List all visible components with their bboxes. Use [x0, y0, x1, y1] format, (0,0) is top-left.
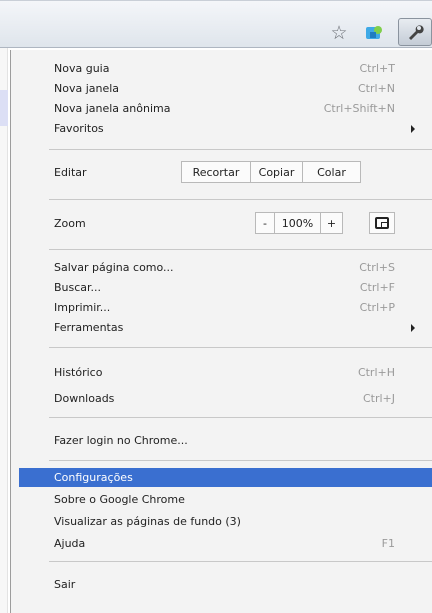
zoom-in-button[interactable]: + [321, 212, 343, 234]
menu-item-tools[interactable]: Ferramentas [11, 318, 432, 337]
menu-separator [49, 460, 432, 461]
menu-item-label: Ferramentas [54, 321, 124, 334]
menu-item-background-pages[interactable]: Visualizar as páginas de fundo (3) [11, 512, 432, 531]
menu-item-settings[interactable]: Configurações [19, 468, 432, 487]
menu-item-label: Buscar... [54, 281, 102, 294]
menu-item-exit[interactable]: Sair [11, 575, 432, 594]
menu-separator [49, 417, 432, 418]
menu-item-shortcut: Ctrl+P [359, 301, 395, 314]
menu-item-print[interactable]: Imprimir... Ctrl+P [11, 298, 432, 317]
wrench-icon[interactable] [398, 18, 432, 46]
menu-item-shortcut: F1 [381, 537, 395, 550]
extension-icon[interactable] [361, 21, 387, 45]
menu-item-downloads[interactable]: Downloads Ctrl+J [11, 389, 432, 408]
menu-item-label: Nova janela [54, 82, 120, 95]
menu-item-label: Downloads [54, 392, 115, 405]
bookmark-star-icon[interactable]: ☆ [326, 21, 352, 45]
cut-button[interactable]: Recortar [181, 161, 251, 183]
menu-item-label: Salvar página como... [54, 261, 174, 274]
menu-item-label: Nova janela anônima [54, 102, 171, 115]
fullscreen-button[interactable] [369, 212, 395, 234]
menu-item-shortcut: Ctrl+H [357, 366, 395, 379]
menu-separator [49, 347, 432, 348]
menu-item-label: Sobre o Google Chrome [54, 493, 185, 506]
menu-separator [49, 149, 432, 150]
menu-item-find[interactable]: Buscar... Ctrl+F [11, 278, 432, 297]
menu-item-label: Configurações [54, 471, 133, 484]
menu-item-new-window[interactable]: Nova janela Ctrl+N [11, 79, 432, 98]
menu-separator [49, 561, 432, 562]
menu-item-shortcut: Ctrl+F [359, 281, 395, 294]
menu-item-help[interactable]: Ajuda F1 [11, 534, 432, 553]
menu-item-label: Histórico [54, 366, 103, 379]
menu-item-label: Visualizar as páginas de fundo (3) [54, 515, 241, 528]
menu-item-shortcut: Ctrl+Shift+N [323, 102, 395, 115]
menu-item-label: Favoritos [54, 122, 104, 135]
menu-item-label: Ajuda [54, 537, 86, 550]
menu-item-shortcut: Ctrl+S [359, 261, 395, 274]
browser-toolbar: ☆ [0, 0, 432, 48]
page-content-edge [0, 48, 8, 613]
paste-button[interactable]: Colar [303, 161, 361, 183]
edit-label: Editar [54, 165, 87, 179]
zoom-level: 100% [275, 212, 321, 234]
zoom-label: Zoom [54, 216, 86, 230]
zoom-out-button[interactable]: - [255, 212, 275, 234]
menu-item-label: Nova guia [54, 62, 110, 75]
menu-item-sign-in[interactable]: Fazer login no Chrome... [11, 431, 432, 450]
chrome-wrench-menu: Nova guia Ctrl+T Nova janela Ctrl+N Nova… [10, 50, 432, 613]
menu-item-shortcut: Ctrl+J [362, 392, 395, 405]
menu-item-new-tab[interactable]: Nova guia Ctrl+T [11, 59, 432, 78]
submenu-arrow-icon [411, 125, 415, 133]
menu-item-label: Fazer login no Chrome... [54, 434, 188, 447]
menu-separator [49, 199, 432, 200]
menu-item-shortcut: Ctrl+T [359, 62, 395, 75]
menu-item-history[interactable]: Histórico Ctrl+H [11, 363, 432, 382]
zoom-controls: - 100% + [255, 212, 343, 234]
copy-button[interactable]: Copiar [251, 161, 303, 183]
menu-separator [49, 249, 432, 250]
edit-buttons: Recortar Copiar Colar [181, 161, 361, 183]
menu-item-shortcut: Ctrl+N [357, 82, 395, 95]
menu-item-new-incognito-window[interactable]: Nova janela anônima Ctrl+Shift+N [11, 99, 432, 118]
menu-item-about-chrome[interactable]: Sobre o Google Chrome [11, 490, 432, 509]
menu-item-bookmarks[interactable]: Favoritos [11, 119, 432, 138]
submenu-arrow-icon [411, 324, 415, 332]
fullscreen-icon [375, 217, 389, 229]
menu-item-save-page-as[interactable]: Salvar página como... Ctrl+S [11, 258, 432, 277]
menu-item-label: Imprimir... [54, 301, 111, 314]
menu-item-label: Sair [54, 578, 76, 591]
